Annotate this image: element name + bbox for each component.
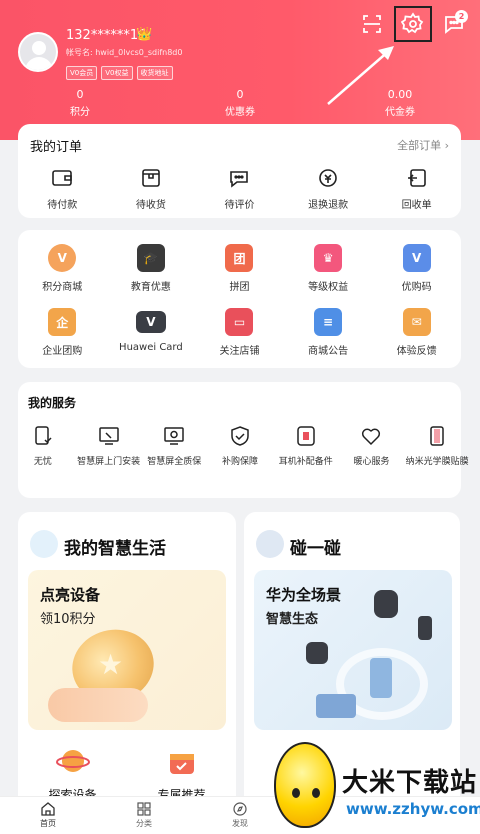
- service-purchase-protection[interactable]: 补购保障: [207, 424, 273, 467]
- earbuds-icon: [306, 642, 328, 664]
- message-badge: 2: [455, 10, 468, 23]
- shield-check-icon: [231, 426, 249, 446]
- graduation-cap-icon: 🎓: [136, 244, 165, 272]
- watermark-url: www.zzhyw.com: [346, 800, 480, 818]
- speaker-icon: [418, 616, 432, 640]
- orders-title: 我的订单: [30, 140, 83, 155]
- service-tv-warranty[interactable]: 智慧屏全质保: [141, 424, 207, 467]
- exclusive-recommend[interactable]: 专属推荐: [127, 744, 236, 803]
- laptop-icon: [316, 694, 356, 718]
- service-worry-free[interactable]: 无忧: [10, 424, 76, 467]
- scan-icon[interactable]: [360, 12, 384, 36]
- avatar[interactable]: [18, 32, 58, 72]
- announcement-icon: ≡: [314, 308, 343, 336]
- profile-header: 132******16 👑 帐号名: hwid_0lvcs0_sdifn8d0 …: [0, 0, 480, 140]
- perk-coupon-code[interactable]: V 优购码: [372, 244, 461, 293]
- perk-level-rights[interactable]: ♛ 等级权益: [284, 244, 373, 293]
- recycle-icon: [407, 169, 426, 187]
- package-icon: [142, 169, 160, 187]
- wallet-icon: [52, 170, 73, 186]
- services-title: 我的服务: [28, 396, 77, 410]
- services-card: 我的服务 无忧 智慧屏上门安装 智慧屏全质保 补购保障 耳机补配备件 暖心服务 …: [18, 382, 469, 498]
- smart-home-icon: [30, 530, 58, 558]
- tv-warranty-icon: [164, 427, 185, 445]
- order-recycle[interactable]: 回收单: [372, 166, 461, 211]
- touch-title: 碰一碰: [290, 539, 341, 559]
- order-pending-payment[interactable]: 待付款: [18, 166, 107, 211]
- worry-free-icon: [35, 426, 52, 445]
- perk-enterprise[interactable]: 企 企业团购: [18, 308, 107, 357]
- heart-icon: [362, 428, 381, 446]
- service-care[interactable]: 暖心服务: [339, 424, 405, 467]
- order-pending-receipt[interactable]: 待收货: [107, 166, 196, 211]
- phone-icon: [370, 658, 392, 698]
- explore-devices[interactable]: 探索设备: [18, 744, 127, 803]
- watermark-logo-icon: [274, 742, 336, 828]
- huawei-card-icon: V: [135, 311, 166, 333]
- stat-coupons[interactable]: 0 优惠券: [160, 88, 320, 118]
- site-watermark: 大米下载站 www.zzhyw.com: [268, 740, 480, 834]
- tv-install-icon: [98, 427, 119, 445]
- refund-icon: [319, 169, 337, 187]
- group-buy-icon: 团: [225, 244, 254, 272]
- service-earphone-parts[interactable]: 耳机补配备件: [273, 424, 339, 467]
- planet-icon: [55, 750, 90, 772]
- points-mall-icon: V: [48, 244, 77, 272]
- smart-life-title: 我的智慧生活: [64, 539, 166, 559]
- store-icon: ▭: [225, 308, 254, 336]
- gift-icon: [169, 754, 194, 774]
- gear-icon[interactable]: [401, 12, 425, 36]
- tag-address[interactable]: 收货地址: [136, 66, 173, 80]
- enterprise-icon: 企: [48, 308, 77, 336]
- order-pending-review[interactable]: 待评价: [195, 166, 284, 211]
- coupon-code-icon: V: [402, 244, 431, 272]
- account-name: 帐号名: hwid_0lvcs0_sdifn8d0: [66, 48, 183, 57]
- smart-life-card: 我的智慧生活 点亮设备 领10积分 ★ 探索设备 专属推荐: [18, 512, 236, 834]
- nfc-touch-icon: [256, 530, 284, 558]
- perk-follow-store[interactable]: ▭ 关注店铺: [195, 308, 284, 357]
- comment-icon: [230, 171, 249, 188]
- home-icon: [41, 802, 55, 816]
- perk-announcement[interactable]: ≡ 商城公告: [284, 308, 373, 357]
- crown-icon: ♛: [314, 244, 343, 272]
- perk-feedback[interactable]: ✉ 体验反馈: [372, 308, 461, 357]
- tag-member-rights[interactable]: V0权益: [101, 66, 133, 80]
- stat-points[interactable]: 0 积分: [0, 88, 160, 118]
- perk-group-buy[interactable]: 团 拼团: [195, 244, 284, 293]
- all-scenario-banner[interactable]: 华为全场景 智慧生态: [254, 570, 452, 730]
- perks-card: V 积分商城 🎓 教育优惠 团 拼团 ♛ 等级权益 V 优购码 企 企业团购 V…: [18, 230, 461, 368]
- member-tags: V0会员 V0权益 收货地址: [66, 66, 173, 80]
- tab-home[interactable]: 首页: [0, 797, 96, 834]
- light-device-banner[interactable]: 点亮设备 领10积分 ★: [28, 570, 226, 730]
- orders-card: 我的订单 全部订单 › 待付款 待收货 待评价 退换退款 回收单: [18, 124, 461, 218]
- tab-category[interactable]: 分类: [96, 797, 192, 834]
- tag-member-level[interactable]: V0会员: [66, 66, 98, 80]
- perk-points-mall[interactable]: V 积分商城: [18, 244, 107, 293]
- earphone-parts-icon: [296, 426, 315, 446]
- service-tv-install[interactable]: 智慧屏上门安装: [76, 424, 142, 467]
- username[interactable]: 132******16: [66, 28, 146, 43]
- stat-vouchers[interactable]: 0.00 代金券: [320, 88, 480, 118]
- star-icon: ★: [98, 648, 124, 681]
- feedback-icon: ✉: [402, 308, 431, 336]
- perk-education[interactable]: 🎓 教育优惠: [107, 244, 196, 293]
- all-orders-link[interactable]: 全部订单 ›: [397, 137, 449, 153]
- service-screen-film[interactable]: 纳米光学膜贴膜: [404, 424, 470, 467]
- screen-film-icon: [430, 426, 444, 446]
- perk-huawei-card[interactable]: V Huawei Card: [107, 308, 196, 357]
- category-icon: [137, 802, 151, 816]
- compass-icon: [233, 802, 247, 816]
- stats-row: 0 积分 0 优惠券 0.00 代金券: [0, 88, 480, 118]
- hand-icon: [48, 688, 148, 722]
- watch-icon: [374, 590, 398, 618]
- crown-badge-icon: 👑: [136, 27, 153, 42]
- order-refund[interactable]: 退换退款: [284, 166, 373, 211]
- watermark-title: 大米下载站: [342, 768, 478, 798]
